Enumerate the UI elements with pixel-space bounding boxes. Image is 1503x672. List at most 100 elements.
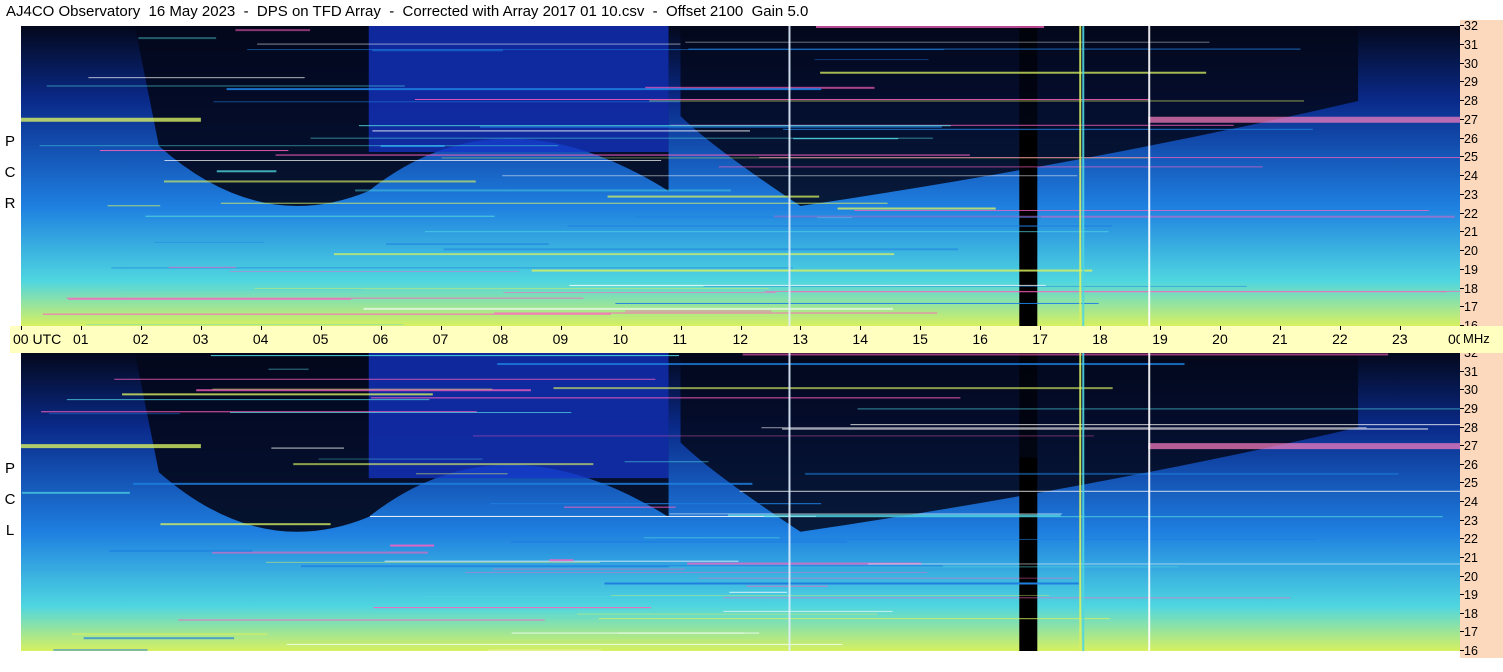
lcp-rfi-line: [265, 561, 600, 563]
lcp-vertical-rfi: [1082, 353, 1085, 651]
freq-tick-label: 19: [1460, 262, 1478, 277]
lcp-label-char-2: P: [4, 460, 15, 477]
rcp-label-char-1: C: [4, 164, 16, 181]
rcp-rfi-line: [138, 37, 217, 40]
lcp-rfi-line: [416, 473, 508, 475]
time-tick-mark: [620, 326, 622, 330]
time-tick-mark: [1280, 326, 1282, 330]
rcp-rfi-line: [386, 243, 549, 245]
rcp-rfi-line: [85, 324, 404, 326]
lcp-rfi-line: [782, 428, 1429, 430]
time-tick-label: 20: [1212, 331, 1228, 347]
lcp-rfi-line: [369, 515, 816, 517]
time-tick-label: 06: [372, 331, 389, 347]
lcp-rfi-line: [229, 412, 572, 414]
time-tick-label: 12: [732, 331, 749, 347]
time-tick-mark: [1220, 326, 1222, 330]
freq-tick-label: 27: [1460, 112, 1478, 127]
time-tick-label: 23: [1392, 331, 1408, 347]
lcp-rfi-line: [122, 393, 433, 396]
freq-tick-label: 32: [1460, 19, 1478, 33]
rcp-rfi-line: [783, 128, 1313, 130]
lcp-rfi-line: [493, 568, 686, 570]
time-tick-mark: [560, 326, 562, 330]
rcp-rfi-line: [257, 43, 681, 45]
rcp-label-char-2: P: [4, 133, 15, 150]
time-tick-mark: [800, 326, 802, 330]
time-tick-mark: [80, 326, 82, 330]
time-axis: 00 UTC 01 02 03 04 05 06 07 08 09 10 11 12 13 14 15 16 17…: [10, 326, 1464, 353]
freq-tick-label: 27: [1460, 439, 1478, 454]
rcp-spectrogram: [21, 26, 1460, 326]
rcp-rfi-line: [213, 101, 680, 103]
freq-tick-label: 18: [1460, 606, 1478, 621]
freq-tick-label: 18: [1460, 281, 1478, 296]
frequency-axis-top: 1617181920212223242526272829303132: [1460, 19, 1503, 333]
lcp-rfi-line: [746, 585, 828, 587]
rcp-vertical-rfi: [1148, 26, 1151, 326]
rcp-rfi-line: [503, 292, 777, 294]
time-tick-mark: [260, 326, 262, 330]
rcp-rfi-line: [718, 166, 1263, 168]
rcp-rfi-line: [764, 290, 1460, 292]
freq-tick-label: 17: [1460, 625, 1478, 640]
lcp-rfi-line: [577, 613, 878, 615]
rcp-rfi-line: [607, 195, 820, 198]
frequency-axis-bottom: 16 17 18 19 20 21 22 23 24 25 26 27 28 29 30 31 32: [1460, 346, 1503, 658]
rcp-rfi-line: [635, 216, 1041, 218]
lcp-rfi-line: [373, 607, 652, 609]
freq-tick-label: 24: [1460, 169, 1478, 183]
lcp-rfi-line: [71, 633, 268, 636]
lcp-rfi-line: [178, 619, 545, 621]
time-tick-mark: [500, 326, 502, 330]
lcp-rfi-line: [268, 368, 309, 370]
rcp-vertical-rfi: [788, 26, 791, 326]
freq-tick-label: 20: [1460, 244, 1478, 258]
rcp-rfi-line: [333, 253, 895, 256]
rcp-rfi-line: [121, 289, 363, 291]
freq-tick-label: 26: [1460, 457, 1478, 472]
rcp-rfi-line: [99, 150, 289, 152]
lcp-rfi-line: [488, 649, 601, 651]
lcp-rfi-line: [805, 472, 1399, 475]
lcp-rfi-line: [370, 397, 961, 399]
time-tick-label: 22: [1332, 331, 1348, 347]
time-tick-mark: [680, 326, 682, 330]
lcp-rfi-line: [549, 559, 574, 562]
rcp-rfi-line: [814, 59, 929, 61]
rcp-rfi-line: [854, 210, 1429, 212]
time-tick-label: 01: [72, 331, 89, 347]
lcp-rfi-line: [318, 458, 483, 460]
lcp-rfi-line: [761, 427, 1367, 429]
lcp-rfi-line: [53, 649, 148, 651]
rcp-rfi-line: [355, 189, 731, 192]
lcp-rfi-line: [212, 388, 493, 390]
lcp-rfi-line: [598, 618, 1110, 620]
lcp-vertical-rfi: [1079, 353, 1082, 651]
lcp-rfi-line: [424, 596, 1017, 598]
rcp-rfi-line: [107, 205, 161, 207]
freq-tick-label: 23: [1460, 513, 1478, 528]
time-start-label: 00 UTC: [13, 331, 62, 347]
lcp-rfi-line: [497, 363, 1185, 366]
time-tick-mark: [980, 326, 982, 330]
lcp-gap-upper: [1019, 353, 1038, 458]
rcp-rfi-line: [39, 145, 559, 147]
rcp-gap: [1019, 131, 1038, 326]
time-tick-mark: [1040, 326, 1042, 330]
rcp-rfi-line: [163, 180, 476, 183]
time-tick-label: 09: [552, 331, 569, 347]
freq-tick-label: 21: [1460, 550, 1478, 565]
lcp-rfi-line: [109, 549, 253, 552]
lcp-rfi-line: [160, 523, 331, 526]
rcp-rfi-line: [815, 26, 1045, 29]
rcp-rfi-line: [372, 130, 750, 132]
freq-tick-label: 24: [1460, 495, 1478, 509]
rcp-rfi-line: [837, 207, 996, 210]
lcp-rfi-line: [644, 537, 780, 539]
freq-tick-label: 20: [1460, 569, 1478, 584]
lcp-27mhz-band: [21, 444, 201, 449]
lcp-rfi-line: [210, 355, 679, 357]
rcp-rfi-line: [441, 157, 1151, 159]
lcp-rfi-line: [729, 591, 787, 593]
